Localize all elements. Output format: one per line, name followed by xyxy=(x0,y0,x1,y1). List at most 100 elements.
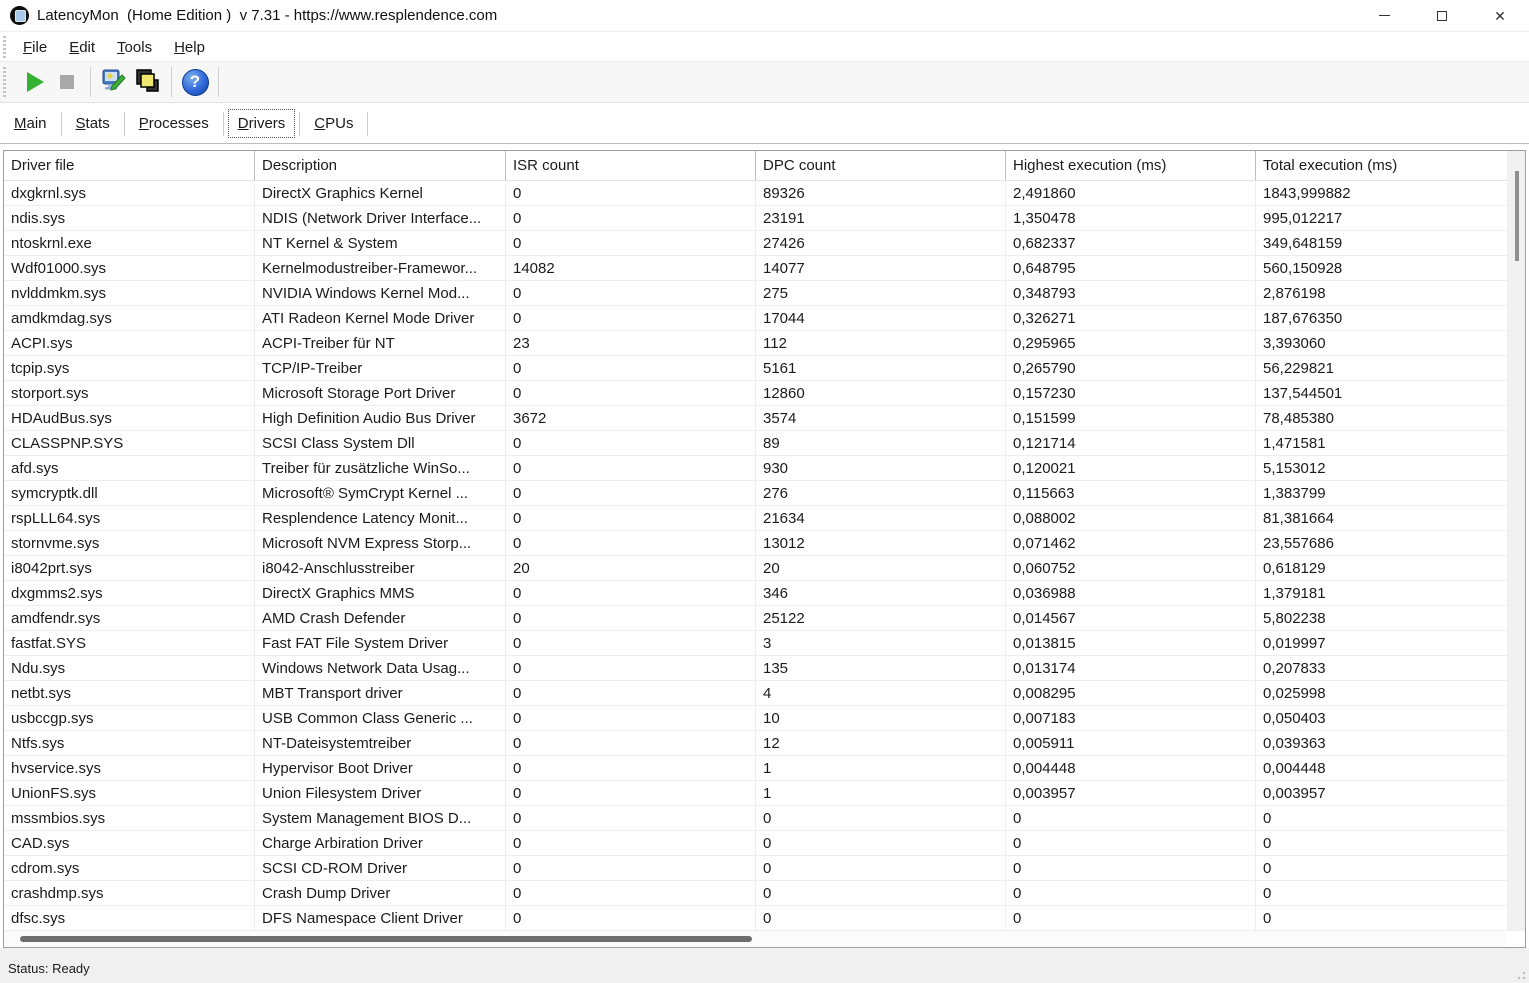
stop-monitor-button[interactable] xyxy=(50,66,84,98)
table-cell: 89326 xyxy=(756,181,1006,205)
table-row[interactable]: Wdf01000.sysKernelmodustreiber-Framewor.… xyxy=(4,256,1507,281)
minimize-button[interactable] xyxy=(1355,0,1413,31)
options-button[interactable] xyxy=(97,66,131,98)
header-cell-driver-file[interactable]: Driver file xyxy=(4,151,255,180)
table-row[interactable]: mssmbios.sysSystem Management BIOS D...0… xyxy=(4,806,1507,831)
menu-item-tools[interactable]: Tools xyxy=(106,35,163,60)
table-row[interactable]: Ntfs.sysNT-Dateisystemtreiber0120,005911… xyxy=(4,731,1507,756)
table-row[interactable]: ACPI.sysACPI-Treiber für NT231120,295965… xyxy=(4,331,1507,356)
table-cell: 0 xyxy=(506,656,756,680)
table-cell: 1843,999882 xyxy=(1256,181,1507,205)
table-row[interactable]: storport.sysMicrosoft Storage Port Drive… xyxy=(4,381,1507,406)
close-button[interactable]: ✕ xyxy=(1471,0,1529,31)
header-cell-isr-count[interactable]: ISR count xyxy=(506,151,756,180)
copy-pages-icon xyxy=(134,68,162,96)
table-row[interactable]: nvlddmkm.sysNVIDIA Windows Kernel Mod...… xyxy=(4,281,1507,306)
table-row[interactable]: rspLLL64.sysResplendence Latency Monit..… xyxy=(4,506,1507,531)
table-cell: 2,876198 xyxy=(1256,281,1507,305)
table-row[interactable]: cdrom.sysSCSI CD-ROM Driver0000 xyxy=(4,856,1507,881)
table-cell: i8042-Anschlusstreiber xyxy=(255,556,506,580)
table-cell: 0 xyxy=(506,856,756,880)
table-row[interactable]: amdfendr.sysAMD Crash Defender0251220,01… xyxy=(4,606,1507,631)
tab-drivers[interactable]: Drivers xyxy=(229,110,295,137)
table-row[interactable]: dxgmms2.sysDirectX Graphics MMS03460,036… xyxy=(4,581,1507,606)
table-row[interactable]: stornvme.sysMicrosoft NVM Express Storp.… xyxy=(4,531,1507,556)
status-text: Status: Ready xyxy=(8,961,90,976)
table-cell: 0,019997 xyxy=(1256,631,1507,655)
tab-cpus[interactable]: CPUs xyxy=(305,110,362,137)
menu-item-help[interactable]: Help xyxy=(163,35,216,60)
header-cell-total-execution[interactable]: Total execution (ms) xyxy=(1256,151,1507,180)
table-cell: Resplendence Latency Monit... xyxy=(255,506,506,530)
horizontal-scrollbar-thumb[interactable] xyxy=(20,936,752,942)
table-cell: rspLLL64.sys xyxy=(4,506,255,530)
table-cell: High Definition Audio Bus Driver xyxy=(255,406,506,430)
table-row[interactable]: amdkmdag.sysATI Radeon Kernel Mode Drive… xyxy=(4,306,1507,331)
statusbar: Status: Ready xyxy=(0,948,1529,983)
header-cell-description[interactable]: Description xyxy=(255,151,506,180)
table-cell: 0,265790 xyxy=(1006,356,1256,380)
table-cell: 0 xyxy=(506,456,756,480)
table-cell: 3574 xyxy=(756,406,1006,430)
tab-stats[interactable]: Stats xyxy=(67,110,119,137)
table-cell: 0 xyxy=(506,706,756,730)
table-cell: ACPI-Treiber für NT xyxy=(255,331,506,355)
table-cell: 17044 xyxy=(756,306,1006,330)
table-cell: mssmbios.sys xyxy=(4,806,255,830)
table-row[interactable]: netbt.sysMBT Transport driver040,0082950… xyxy=(4,681,1507,706)
table-cell: ntoskrnl.exe xyxy=(4,231,255,255)
table-cell: 3,393060 xyxy=(1256,331,1507,355)
table-cell: 0,157230 xyxy=(1006,381,1256,405)
table-cell: CLASSPNP.SYS xyxy=(4,431,255,455)
table-cell: 0 xyxy=(506,306,756,330)
table-row[interactable]: ndis.sysNDIS (Network Driver Interface..… xyxy=(4,206,1507,231)
table-cell: 21634 xyxy=(756,506,1006,530)
table-row[interactable]: UnionFS.sysUnion Filesystem Driver010,00… xyxy=(4,781,1507,806)
table-cell: 0 xyxy=(506,831,756,855)
table-cell: 0 xyxy=(506,581,756,605)
horizontal-scrollbar[interactable] xyxy=(4,931,1507,947)
table-row[interactable]: CLASSPNP.SYSSCSI Class System Dll0890,12… xyxy=(4,431,1507,456)
copy-report-button[interactable] xyxy=(131,66,165,98)
table-cell: DirectX Graphics Kernel xyxy=(255,181,506,205)
tab-separator xyxy=(61,112,62,136)
table-cell: 3 xyxy=(756,631,1006,655)
table-row[interactable]: afd.sysTreiber für zusätzliche WinSo...0… xyxy=(4,456,1507,481)
menu-item-edit[interactable]: Edit xyxy=(58,35,106,60)
table-cell: 995,012217 xyxy=(1256,206,1507,230)
table-cell: 0 xyxy=(506,206,756,230)
table-row[interactable]: fastfat.SYSFast FAT File System Driver03… xyxy=(4,631,1507,656)
help-button[interactable]: ? xyxy=(178,66,212,98)
toolbar-separator xyxy=(171,67,172,97)
table-row[interactable]: usbccgp.sysUSB Common Class Generic ...0… xyxy=(4,706,1507,731)
table-cell: 0 xyxy=(506,231,756,255)
menu-item-file[interactable]: File xyxy=(12,35,58,60)
header-cell-dpc-count[interactable]: DPC count xyxy=(756,151,1006,180)
start-monitor-button[interactable] xyxy=(16,66,50,98)
resize-grip[interactable] xyxy=(1516,970,1526,980)
vertical-scrollbar[interactable] xyxy=(1507,151,1525,931)
titlebar: LatencyMon (Home Edition ) v 7.31 - http… xyxy=(0,0,1529,32)
table-row[interactable]: HDAudBus.sysHigh Definition Audio Bus Dr… xyxy=(4,406,1507,431)
table-row[interactable]: hvservice.sysHypervisor Boot Driver010,0… xyxy=(4,756,1507,781)
table-cell: afd.sys xyxy=(4,456,255,480)
table-row[interactable]: Ndu.sysWindows Network Data Usag...01350… xyxy=(4,656,1507,681)
table-row[interactable]: dxgkrnl.sysDirectX Graphics Kernel089326… xyxy=(4,181,1507,206)
table-row[interactable]: tcpip.sysTCP/IP-Treiber051610,26579056,2… xyxy=(4,356,1507,381)
table-cell: NT Kernel & System xyxy=(255,231,506,255)
tab-main[interactable]: Main xyxy=(5,110,56,137)
maximize-button[interactable] xyxy=(1413,0,1471,31)
table-row[interactable]: crashdmp.sysCrash Dump Driver0000 xyxy=(4,881,1507,906)
table-row[interactable]: i8042prt.sysi8042-Anschlusstreiber20200,… xyxy=(4,556,1507,581)
header-cell-highest-execution[interactable]: Highest execution (ms) xyxy=(1006,151,1256,180)
table-cell: Fast FAT File System Driver xyxy=(255,631,506,655)
table-row[interactable]: ntoskrnl.exeNT Kernel & System0274260,68… xyxy=(4,231,1507,256)
table-row[interactable]: CAD.sysCharge Arbiration Driver0000 xyxy=(4,831,1507,856)
table-row[interactable]: symcryptk.dllMicrosoft® SymCrypt Kernel … xyxy=(4,481,1507,506)
table-cell: 14082 xyxy=(506,256,756,280)
tab-processes[interactable]: Processes xyxy=(130,110,218,137)
vertical-scrollbar-thumb[interactable] xyxy=(1515,171,1519,261)
table-cell: 0,120021 xyxy=(1006,456,1256,480)
table-cell: 0 xyxy=(506,281,756,305)
table-row[interactable]: dfsc.sysDFS Namespace Client Driver0000 xyxy=(4,906,1507,931)
